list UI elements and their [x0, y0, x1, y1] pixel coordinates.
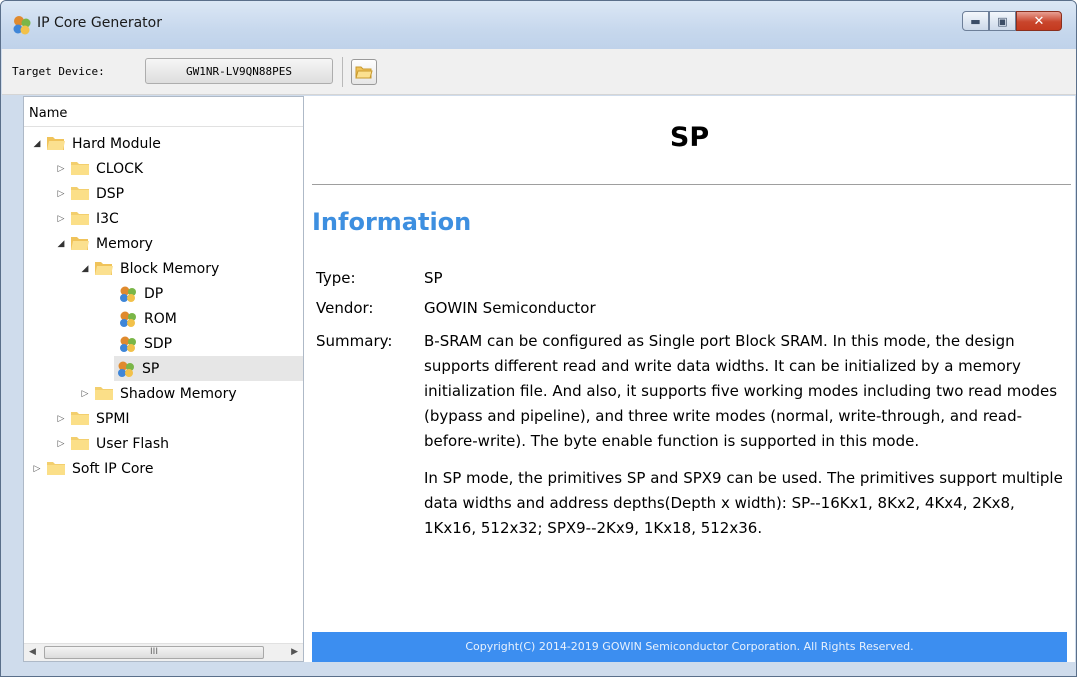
close-button[interactable]: ✕: [1016, 11, 1062, 31]
minimize-button[interactable]: ▬: [962, 11, 989, 31]
ip-title: SP: [669, 122, 710, 153]
tree-item-hard-module[interactable]: ◢ Hard Module: [24, 131, 303, 156]
tree-item-sp[interactable]: SP: [114, 356, 303, 381]
summary-label: Summary:: [316, 332, 393, 350]
tree-item-label: Memory: [96, 235, 153, 252]
tree-item-label: Hard Module: [72, 135, 161, 152]
collapse-arrow-icon[interactable]: ◢: [30, 139, 44, 149]
window-title: IP Core Generator: [37, 15, 162, 31]
tree-item-label: Soft IP Core: [72, 460, 154, 477]
expand-arrow-icon[interactable]: ▷: [54, 414, 68, 424]
tree-item-label: Block Memory: [120, 260, 220, 277]
maximize-icon: ▣: [997, 14, 1008, 28]
summary-paragraph-2: In SP mode, the primitives SP and SPX9 c…: [424, 469, 1063, 537]
window-controls: ▬ ▣ ✕: [962, 11, 1062, 31]
tree-item-label: DSP: [96, 185, 125, 202]
information-heading: Information: [312, 208, 472, 236]
minimize-icon: ▬: [970, 14, 981, 28]
ip-core-icon: [118, 335, 138, 353]
tree-item-label: Shadow Memory: [120, 385, 237, 402]
horizontal-scrollbar[interactable]: ◀ III ▶: [24, 643, 303, 661]
title-bar[interactable]: IP Core Generator ▬ ▣ ✕: [1, 1, 1076, 49]
folder-icon: [70, 186, 90, 201]
expand-arrow-icon[interactable]: ▷: [54, 214, 68, 224]
folder-open-icon: [46, 136, 66, 151]
tree-item-label: ROM: [144, 310, 177, 327]
tree-item-dp[interactable]: DP: [24, 281, 303, 306]
folder-icon: [70, 411, 90, 426]
target-device-button[interactable]: GW1NR-LV9QN88PES: [145, 58, 333, 84]
ip-info-panel: SP Information Type: SP Vendor: GOWIN Se…: [304, 96, 1075, 662]
folder-icon: [46, 461, 66, 476]
scroll-thumb[interactable]: III: [44, 646, 264, 659]
expand-arrow-icon[interactable]: ▷: [54, 189, 68, 199]
tree-item-label: SP: [142, 360, 160, 377]
folder-icon: [94, 386, 114, 401]
folder-icon: [70, 436, 90, 451]
tree-item-label: User Flash: [96, 435, 170, 452]
ip-tree-panel: Name ◢ Hard Module ▷ CLOCK ▷ DSP ▷ I3C ◢ Memory ◢ B…: [23, 96, 304, 662]
tree-item-i3c[interactable]: ▷ I3C: [24, 206, 303, 231]
tree-item-clock[interactable]: ▷ CLOCK: [24, 156, 303, 181]
app-icon: [13, 16, 31, 35]
tree-item-shadow-memory[interactable]: ▷ Shadow Memory: [24, 381, 303, 406]
scroll-left-icon[interactable]: ◀: [29, 647, 36, 657]
expand-arrow-icon[interactable]: ▷: [30, 464, 44, 474]
tree-item-label: SDP: [144, 335, 173, 352]
folder-open-icon: [94, 261, 114, 276]
tree-item-sdp[interactable]: SDP: [24, 331, 303, 356]
tree-item-dsp[interactable]: ▷ DSP: [24, 181, 303, 206]
tree-item-block-memory[interactable]: ◢ Block Memory: [24, 256, 303, 281]
toolbar: Target Device: GW1NR-LV9QN88PES: [2, 49, 1076, 95]
maximize-button[interactable]: ▣: [989, 11, 1016, 31]
type-value: SP: [424, 269, 443, 287]
tree-item-user-flash[interactable]: ▷ User Flash: [24, 431, 303, 456]
ip-core-generator-window: IP Core Generator ▬ ▣ ✕ Target Device: G…: [0, 0, 1077, 677]
close-icon: ✕: [1033, 13, 1045, 29]
summary-text: B-SRAM can be configured as Single port …: [424, 329, 1074, 541]
tree-item-soft-ip-core[interactable]: ▷ Soft IP Core: [24, 456, 303, 481]
scroll-grip: III: [150, 647, 158, 657]
tree-item-label: CLOCK: [96, 160, 144, 177]
expand-arrow-icon[interactable]: ▷: [78, 389, 92, 399]
open-folder-button[interactable]: [351, 59, 377, 85]
tree-column-header[interactable]: Name: [24, 97, 303, 127]
tree-item-rom[interactable]: ROM: [24, 306, 303, 331]
expand-arrow-icon[interactable]: ▷: [54, 164, 68, 174]
scroll-right-icon[interactable]: ▶: [291, 647, 298, 657]
tree-item-spmi[interactable]: ▷ SPMI: [24, 406, 303, 431]
collapse-arrow-icon[interactable]: ◢: [78, 264, 92, 274]
toolbar-separator: [342, 57, 343, 87]
summary-paragraph-1: B-SRAM can be configured as Single port …: [424, 332, 1058, 450]
folder-icon: [70, 161, 90, 176]
vendor-value: GOWIN Semiconductor: [424, 299, 596, 317]
collapse-arrow-icon[interactable]: ◢: [54, 239, 68, 249]
tree-item-label: SPMI: [96, 410, 130, 427]
window-frame-bottom: [1, 662, 1076, 676]
folder-icon: [70, 211, 90, 226]
folder-open-icon: [355, 66, 373, 78]
ip-core-icon: [118, 285, 138, 303]
copyright-footer: Copyright(C) 2014-2019 GOWIN Semiconduct…: [312, 632, 1067, 662]
vendor-label: Vendor:: [316, 299, 374, 317]
target-device-label: Target Device:: [12, 65, 105, 78]
tree-item-label: I3C: [96, 210, 119, 227]
folder-open-icon: [70, 236, 90, 251]
tree-item-memory[interactable]: ◢ Memory: [24, 231, 303, 256]
type-label: Type:: [316, 269, 356, 287]
title-divider: [312, 184, 1071, 185]
expand-arrow-icon[interactable]: ▷: [54, 439, 68, 449]
ip-core-icon: [118, 310, 138, 328]
tree-item-label: DP: [144, 285, 164, 302]
ip-core-icon: [116, 360, 136, 378]
